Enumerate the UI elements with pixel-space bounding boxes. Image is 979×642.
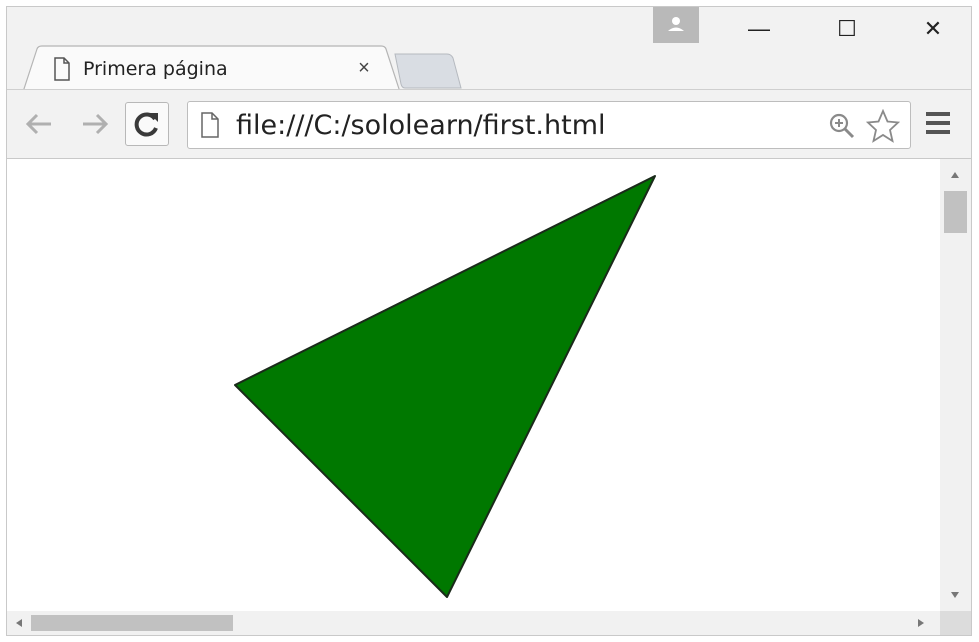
minimize-button[interactable]: — [739,15,779,43]
new-tab-button[interactable] [393,53,463,89]
reload-icon [134,112,158,137]
url-text[interactable]: file:///C:/sololearn/first.html [236,110,606,141]
tab-close-button[interactable]: × [349,53,379,83]
forward-button[interactable] [75,104,115,144]
tab-primera-pagina[interactable]: Primera página × [23,45,401,93]
page-icon [54,57,70,81]
page-canvas [234,175,656,598]
vertical-scroll-thumb[interactable] [944,191,967,233]
scroll-right-arrow-icon[interactable] [917,618,925,628]
toolbar: file:///C:/sololearn/first.html [7,89,971,159]
back-arrow-icon [25,113,51,135]
scroll-left-arrow-icon[interactable] [15,618,23,628]
horizontal-scrollbar[interactable] [7,611,940,635]
forward-arrow-icon [83,113,109,135]
scroll-down-arrow-icon[interactable] [950,591,960,599]
reload-button[interactable] [125,102,169,146]
close-window-button[interactable]: ✕ [913,15,953,43]
browser-window: — ☐ ✕ Primera página × file:///C:/solole… [6,6,972,636]
vertical-scrollbar[interactable] [940,159,971,611]
scrollbar-corner [940,611,971,635]
title-bar: — ☐ ✕ Primera página × [7,7,971,93]
address-bar[interactable]: file:///C:/sololearn/first.html [187,101,911,149]
page-viewport [7,159,940,611]
green-triangle [234,175,656,598]
profile-button[interactable] [653,7,699,43]
scroll-up-arrow-icon[interactable] [950,171,960,179]
maximize-button[interactable]: ☐ [827,15,867,43]
star-icon[interactable] [866,109,900,143]
profile-icon [668,17,684,31]
horizontal-scroll-thumb[interactable] [31,615,233,631]
page-icon [201,112,219,138]
tab-title: Primera página [83,58,228,80]
back-button[interactable] [19,104,59,144]
hamburger-menu-icon[interactable] [925,110,951,136]
zoom-icon[interactable] [828,112,856,140]
